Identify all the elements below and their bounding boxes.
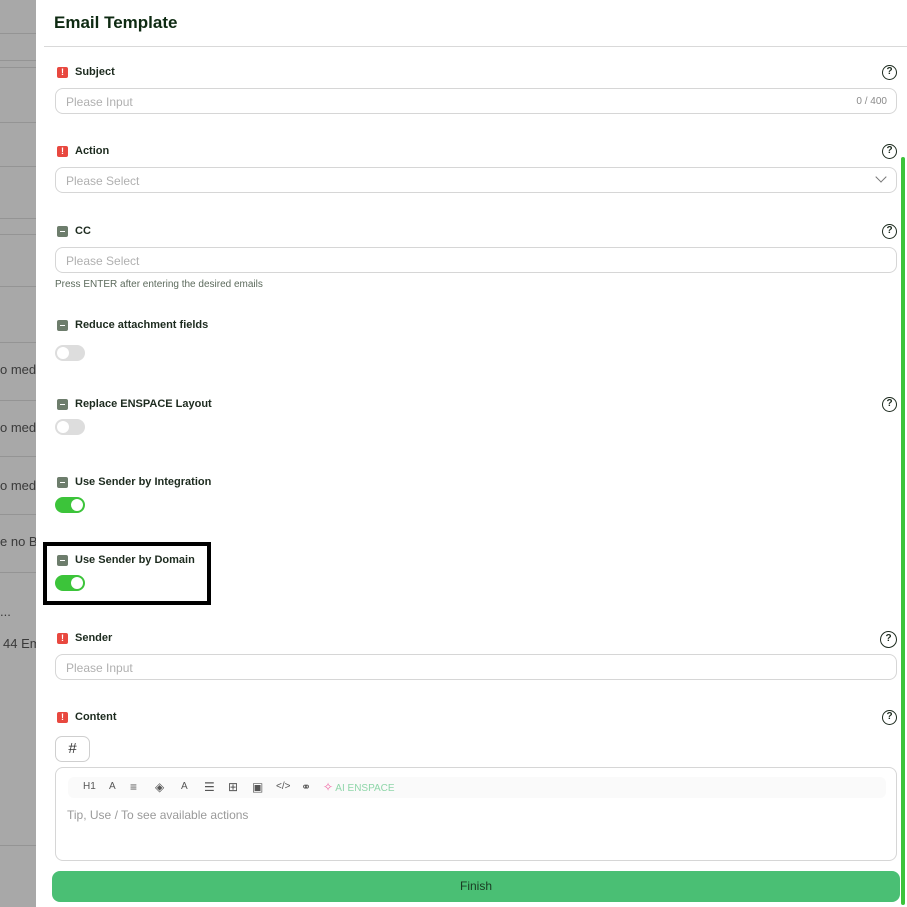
backdrop-divider [0, 845, 40, 846]
cc-placeholder: Please Select [66, 254, 140, 268]
sender-field: ! Sender ? Please Input [55, 631, 897, 680]
image-button[interactable]: ▣ [252, 780, 263, 794]
optional-icon [57, 320, 68, 331]
font-size-button[interactable]: A [109, 780, 116, 794]
backdrop-divider [0, 33, 40, 34]
content-label: Content [75, 711, 117, 723]
cc-select[interactable]: Please Select [55, 247, 897, 273]
sender-integration-label-row: Use Sender by Integration [55, 476, 897, 494]
toggle-knob [57, 347, 69, 359]
required-icon: ! [57, 146, 68, 157]
action-select[interactable]: Please Select [55, 167, 897, 193]
help-icon[interactable]: ? [882, 65, 897, 80]
content-placeholder: Tip, Use / To see available actions [67, 808, 249, 822]
replace-layout-label: Replace ENSPACE Layout [75, 398, 212, 410]
content-editor[interactable]: H1 A ≡ ◈ A ☰ ⊞ ▣ </> ⚭ ✧ AI ENSPACE Tip,… [55, 767, 897, 861]
scrollbar[interactable] [901, 157, 905, 905]
content-label-row: ! Content ? [55, 710, 897, 729]
toggle-knob [71, 499, 83, 511]
cc-field: CC ? Please Select Press ENTER after ent… [55, 224, 897, 290]
required-icon: ! [57, 67, 68, 78]
cc-hint: Press ENTER after entering the desired e… [55, 279, 263, 290]
sender-integration-field: Use Sender by Integration [55, 476, 897, 513]
sender-placeholder: Please Input [66, 661, 133, 675]
backdrop-divider [0, 400, 40, 401]
table-button[interactable]: ⊞ [228, 780, 238, 794]
subject-label: Subject [75, 66, 115, 78]
reduce-attachment-label-row: Reduce attachment fields [55, 319, 897, 337]
required-icon: ! [57, 633, 68, 644]
toggle-knob [57, 421, 69, 433]
reduce-attachment-field: Reduce attachment fields [55, 319, 897, 361]
subject-placeholder: Please Input [66, 95, 133, 109]
help-icon[interactable]: ? [882, 397, 897, 412]
sender-label: Sender [75, 632, 113, 644]
help-icon[interactable]: ? [880, 631, 897, 648]
action-label: Action [75, 145, 110, 157]
heading-button[interactable]: H1 [83, 780, 96, 794]
cc-label-row: CC ? [55, 224, 897, 243]
cc-label: CC [75, 225, 91, 237]
backdrop-divider [0, 456, 40, 457]
backdrop-divider [0, 218, 40, 219]
sender-input[interactable]: Please Input [55, 654, 897, 680]
subject-input[interactable]: Please Input 0 / 400 [55, 88, 897, 114]
reduce-attachment-label: Reduce attachment fields [75, 319, 209, 331]
backdrop-row-text: o media [0, 478, 40, 493]
subject-field: ! Subject ? Please Input 0 / 400 [55, 65, 897, 114]
content-field: ! Content ? # H1 A ≡ ◈ A ☰ ⊞ ▣ </> ⚭ ✧ A… [55, 710, 897, 861]
link-button[interactable]: ⚭ [301, 780, 311, 794]
finish-button[interactable]: Finish [52, 871, 900, 902]
help-icon[interactable]: ? [882, 710, 897, 725]
font-color-button[interactable]: A [181, 780, 188, 794]
backdrop-divider [0, 286, 40, 287]
backdrop-row-text: e no Ba [0, 534, 40, 549]
backdrop-divider [0, 572, 40, 573]
replace-layout-label-row: Replace ENSPACE Layout ? [55, 397, 897, 416]
action-label-row: ! Action ? [55, 144, 897, 163]
action-placeholder: Please Select [66, 174, 140, 188]
ai-enspace-button[interactable]: ✧ AI ENSPACE [323, 780, 395, 796]
sender-integration-toggle[interactable] [55, 497, 85, 513]
align-button[interactable]: ≡ [130, 780, 137, 794]
backdrop-divider [0, 67, 40, 68]
backdrop-divider [0, 60, 40, 61]
help-icon[interactable]: ? [882, 144, 897, 159]
sender-label-row: ! Sender ? [55, 631, 897, 650]
highlight-box [43, 542, 211, 605]
backdrop-divider [0, 514, 40, 515]
replace-layout-field: Replace ENSPACE Layout ? [55, 397, 897, 435]
backdrop-row-text: o media [0, 420, 40, 435]
sender-integration-label: Use Sender by Integration [75, 476, 212, 488]
help-icon[interactable]: ? [882, 224, 897, 239]
optional-icon [57, 399, 68, 410]
action-field: ! Action ? Please Select [55, 144, 897, 193]
backdrop-row-text: 44 Em [3, 636, 40, 651]
replace-layout-toggle[interactable] [55, 419, 85, 435]
backdrop-divider [0, 166, 40, 167]
required-icon: ! [57, 712, 68, 723]
backdrop: o media o media o media e no Ba ... 44 E… [0, 0, 40, 907]
sparkle-icon: ✧ [323, 780, 334, 794]
optional-icon [57, 477, 68, 488]
backdrop-row-text: ... [0, 604, 11, 619]
drawer-title: Email Template [54, 13, 178, 32]
list-button[interactable]: ☰ [204, 780, 215, 794]
reduce-attachment-toggle[interactable] [55, 345, 85, 361]
subject-label-row: ! Subject ? [55, 65, 897, 84]
optional-icon [57, 226, 68, 237]
editor-toolbar: H1 A ≡ ◈ A ☰ ⊞ ▣ </> ⚭ ✧ AI ENSPACE [68, 777, 886, 798]
drawer-header: Email Template [44, 0, 907, 47]
subject-char-counter: 0 / 400 [856, 96, 887, 107]
backdrop-divider [0, 122, 40, 123]
fill-color-button[interactable]: ◈ [155, 780, 164, 794]
ai-enspace-label: AI ENSPACE [335, 783, 395, 794]
backdrop-divider [0, 342, 40, 343]
hashtag-button[interactable]: # [55, 736, 90, 762]
email-template-drawer: Email Template ! Subject ? Please Input … [36, 0, 907, 907]
code-button[interactable]: </> [276, 780, 290, 794]
backdrop-row-text: o media [0, 362, 40, 377]
chevron-down-icon [875, 171, 887, 183]
backdrop-divider [0, 234, 40, 235]
